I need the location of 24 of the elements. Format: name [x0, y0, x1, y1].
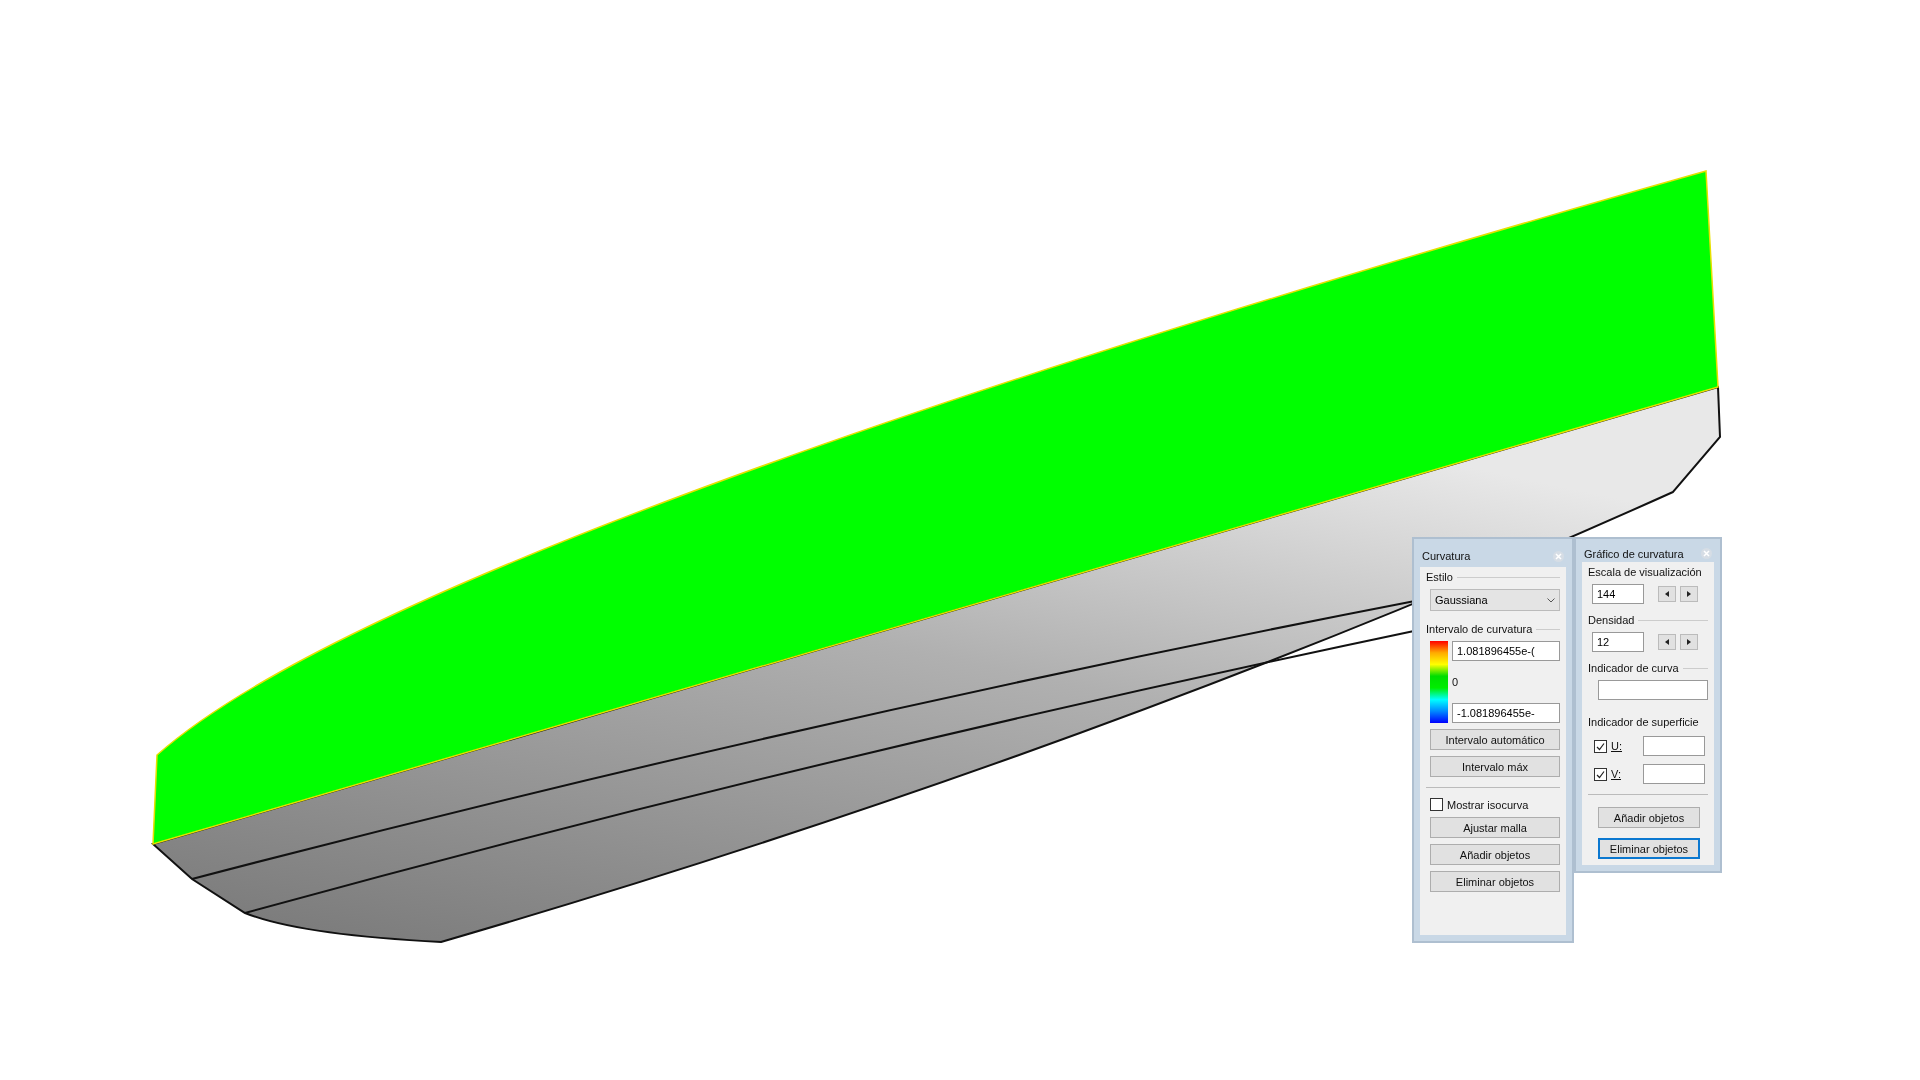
style-dropdown[interactable]: Gaussiana	[1430, 589, 1560, 611]
panel-button[interactable]: Intervalo automático	[1430, 729, 1560, 750]
checkbox-label: V:	[1611, 768, 1622, 780]
scale-field[interactable]: 144	[1592, 584, 1644, 604]
max-value-field[interactable]: 1.081896455e-(	[1452, 641, 1560, 661]
panel-button[interactable]: Añadir objetos	[1430, 844, 1560, 865]
section-label: Estilo	[1426, 571, 1453, 583]
panel-title: Gráfico de curvatura	[1584, 547, 1684, 560]
section-label: Densidad	[1588, 614, 1635, 626]
panel-button[interactable]: Ajustar malla	[1430, 817, 1560, 838]
zero-label: 0	[1452, 676, 1460, 688]
density-field[interactable]: 12	[1592, 632, 1644, 652]
panel-button[interactable]: Intervalo máx	[1430, 756, 1560, 777]
panel-button[interactable]: Añadir objetos	[1598, 807, 1700, 828]
section-label: Escala de visualización	[1588, 566, 1703, 578]
checkbox-label: Mostrar isocurva	[1447, 798, 1529, 811]
min-value-field[interactable]: -1.081896455e-	[1452, 703, 1560, 723]
checkbox-label: U:	[1611, 740, 1623, 752]
panel-button[interactable]: Eliminar objetos	[1598, 838, 1700, 859]
section-label: Indicador de curva	[1588, 662, 1679, 674]
panel-button[interactable]: Eliminar objetos	[1430, 871, 1560, 892]
section-label: Intervalo de curvatura	[1426, 623, 1533, 635]
panel-title: Curvatura	[1422, 550, 1471, 562]
section-label: Indicador de superficie	[1588, 716, 1700, 728]
